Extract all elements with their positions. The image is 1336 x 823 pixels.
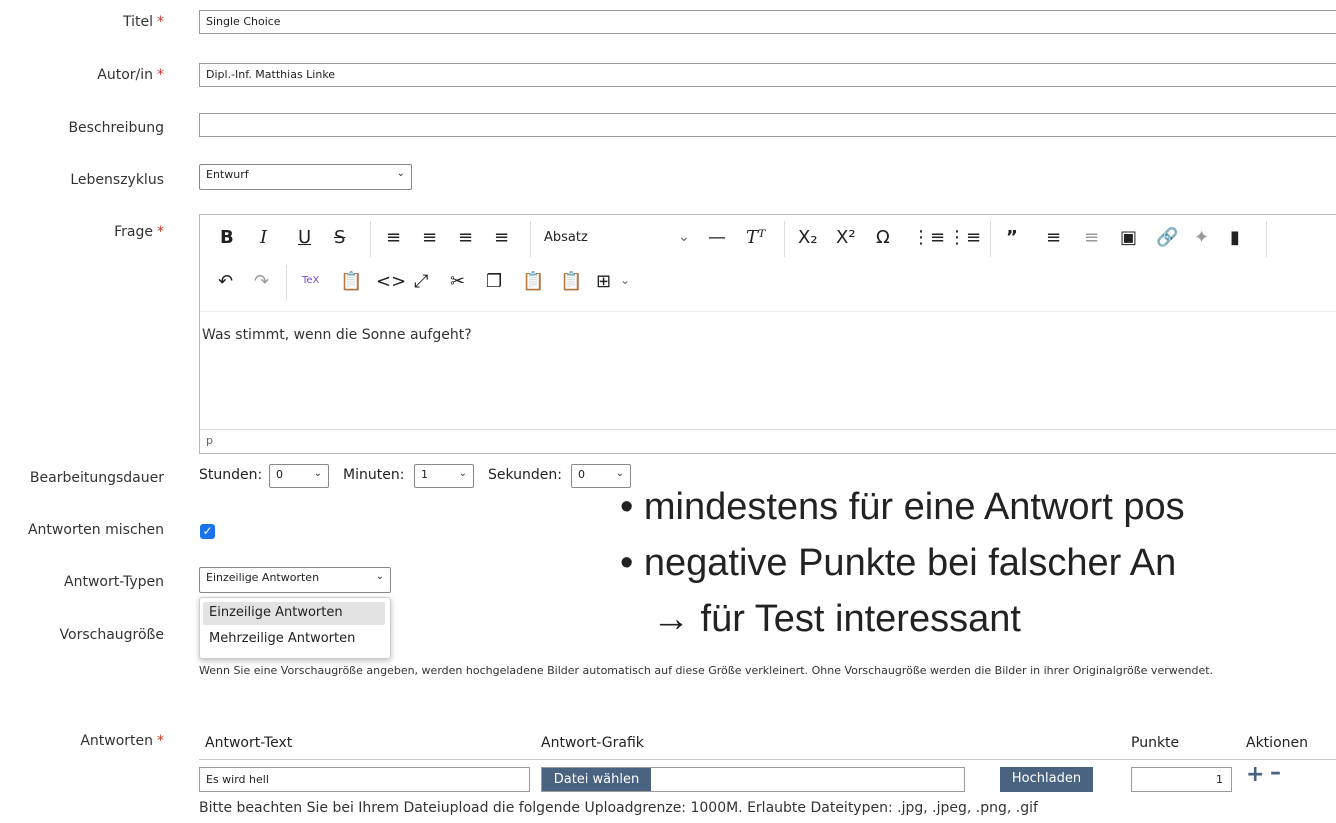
undo-icon[interactable]: ↶ [218,271,233,292]
outdent-icon[interactable]: ≡ [1084,227,1099,248]
editor-content[interactable]: Was stimmt, wenn die Sonne aufgeht? [202,327,472,343]
dropdown-option[interactable]: Mehrzeilige Antworten [203,628,385,651]
seconds-select[interactable]: 0 ⌄ [571,464,631,488]
plus-icon[interactable]: + [1246,762,1264,787]
overlay-bullet-2: • negative Punkte bei falscher An [620,542,1177,584]
upload-button[interactable]: Hochladen [1000,767,1093,792]
chevron-down-icon: ⌄ [313,468,322,479]
fullscreen-icon[interactable]: ⤢ [414,271,428,292]
lifecycle-select[interactable]: Entwurf ⌄ [199,164,412,190]
chevron-down-icon: ⌄ [375,571,384,582]
col-actions: Aktionen [1246,735,1308,751]
col-points: Punkte [1131,735,1180,751]
author-input[interactable]: Dipl.-Inf. Matthias Linke [199,63,1336,87]
question-label: Frage * [114,224,164,240]
paste-icon[interactable]: 📋 [522,271,544,292]
hours-label: Stunden: [199,467,263,483]
upload-note: Bitte beachten Sie bei Ihrem Dateiupload… [199,800,1038,816]
tex-icon[interactable]: TeX [302,275,319,286]
description-label: Beschreibung [68,120,164,136]
minutes-select[interactable]: 1 ⌄ [414,464,474,488]
points-input[interactable]: 1 [1131,767,1232,792]
col-answer-graphic: Antwort-Grafik [541,735,644,751]
dropdown-option[interactable]: Einzeilige Antworten [203,602,385,625]
choose-file-button[interactable]: Datei wählen [542,768,651,791]
chevron-down-icon[interactable]: ⌄ [678,229,690,245]
preview-help: Wenn Sie eine Vorschaugröße angeben, wer… [199,664,1214,677]
strikethrough-icon[interactable]: S [334,227,345,248]
chevron-down-icon: ⌄ [396,168,405,179]
clipboard-image-icon[interactable]: 📋 [340,271,362,292]
answer-types-dropdown: Einzeilige Antworten Mehrzeilige Antwort… [199,597,391,659]
editor-toolbar-row2: ↶ ↷ TeX 📋 <> ⤢ ✂ ❐ 📋 📋 ⊞ ⌄ [200,263,1336,312]
answer-text-input[interactable]: Es wird hell [199,767,530,792]
unlink-icon[interactable]: ✦ [1194,227,1209,248]
overlay-bullet-1: • mindestens für eine Antwort pos [620,486,1185,528]
redo-icon[interactable]: ↷ [254,271,269,292]
align-justify-icon[interactable]: ≡ [494,227,509,248]
link-icon[interactable]: 🔗 [1156,227,1178,248]
file-input[interactable]: Datei wählen [541,767,965,792]
description-input[interactable] [199,113,1336,137]
col-answer-text: Antwort-Text [205,735,293,751]
source-code-icon[interactable]: <> [376,271,406,292]
horizontal-line-icon[interactable]: — [708,227,726,248]
editor-toolbar-row1: B I U S ≡ ≡ ≡ ≡ Absatz ⌄ — Tᵀ X₂ X² Ω ⋮≡… [200,215,1336,263]
bold-icon[interactable]: B [220,227,234,248]
paste-text-icon[interactable]: 📋 [560,271,582,292]
hours-select[interactable]: 0 ⌄ [269,464,329,488]
numbered-list-icon[interactable]: ⋮≡ [948,227,981,248]
align-center-icon[interactable]: ≡ [422,227,437,248]
omega-icon[interactable]: Ω [876,227,890,248]
image-icon[interactable]: ▣ [1120,227,1137,248]
element-path: p [206,434,213,447]
editor-statusbar: p [200,429,1336,454]
bullet-list-icon[interactable]: ⋮≡ [912,227,945,248]
blockquote-icon[interactable]: ” [1006,227,1018,248]
title-label: Titel * [122,14,164,30]
duration-label: Bearbeitungsdauer [29,470,164,486]
table-header-divider [199,759,1336,760]
indent-icon[interactable]: ≡ [1046,227,1061,248]
preview-label: Vorschaugröße [59,627,164,643]
shuffle-label: Antworten mischen [27,522,164,538]
superscript-icon[interactable]: X² [836,227,856,248]
chevron-down-icon[interactable]: ⌄ [620,273,630,287]
cut-icon[interactable]: ✂ [450,271,465,292]
answer-types-select[interactable]: Einzeilige Antworten ⌄ [199,567,391,593]
chevron-down-icon: ⌄ [458,468,467,479]
overlay-line-3: → für Test interessant [652,598,1021,640]
format-select[interactable]: Absatz [544,230,588,245]
align-right-icon[interactable]: ≡ [458,227,473,248]
clear-format-icon[interactable]: Tᵀ [746,227,766,248]
copy-icon[interactable]: ❐ [486,271,502,292]
table-icon[interactable]: ⊞ [596,271,611,292]
answer-types-label: Antwort-Typen [64,574,164,590]
underline-icon[interactable]: U [298,227,311,248]
subscript-icon[interactable]: X₂ [798,227,818,248]
seconds-label: Sekunden: [488,467,563,483]
minutes-label: Minuten: [343,467,405,483]
align-left-icon[interactable]: ≡ [386,227,401,248]
answers-label: Antworten * [80,733,164,749]
lifecycle-label: Lebenszyklus [70,172,164,188]
bookmark-icon[interactable]: ▮ [1230,227,1240,248]
minus-icon[interactable]: – [1270,760,1281,785]
title-input[interactable]: Single Choice [199,10,1336,34]
chevron-down-icon: ⌄ [615,468,624,479]
author-label: Autor/in * [97,67,164,83]
shuffle-checkbox[interactable]: ✓ [200,524,215,539]
rich-text-editor[interactable]: B I U S ≡ ≡ ≡ ≡ Absatz ⌄ — Tᵀ X₂ X² Ω ⋮≡… [199,214,1336,454]
italic-icon[interactable]: I [260,227,267,248]
